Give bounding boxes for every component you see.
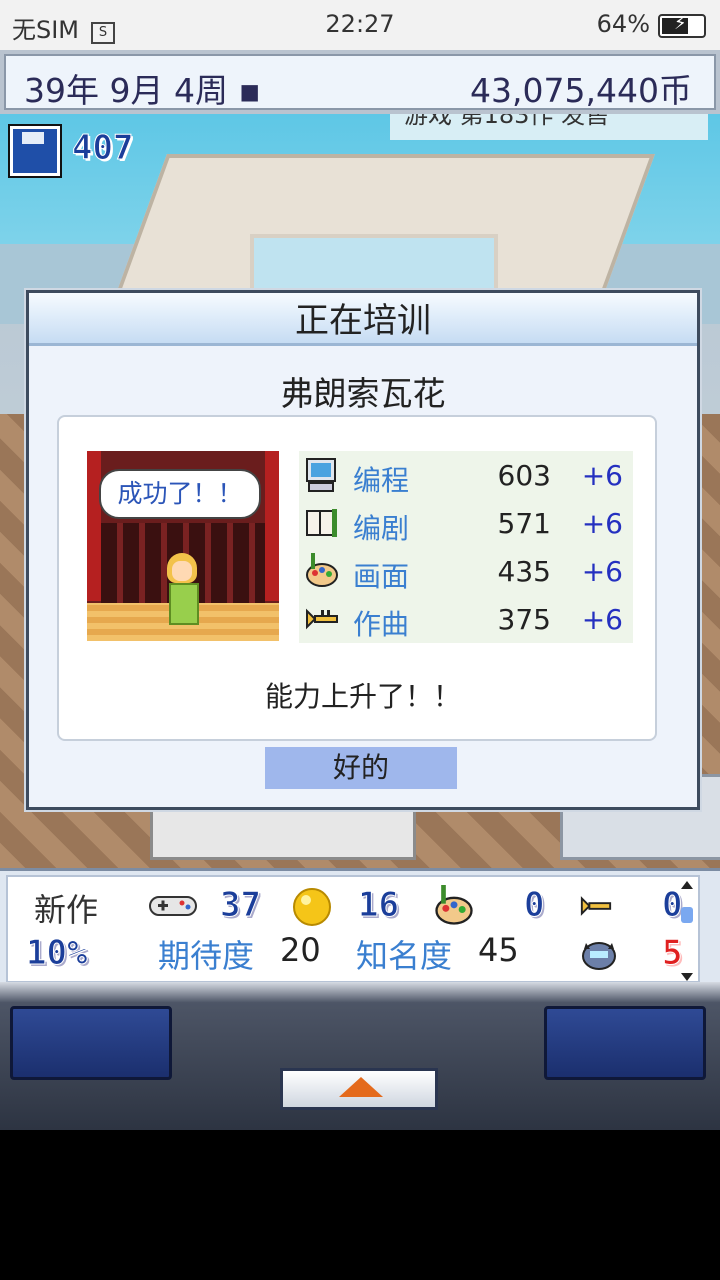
expectation-label: 期待度: [158, 937, 255, 975]
stat-row-music: 作曲 375 +6: [299, 595, 633, 643]
speech-bubble: 成功了！！: [99, 469, 261, 519]
money-display: 43,075,440币: [470, 71, 692, 110]
staff-name: 弗朗索瓦花: [280, 374, 446, 413]
trumpet-icon: [306, 608, 338, 630]
ticker-text: 游戏 第183作 发售: [404, 114, 610, 129]
graphics-value: 0: [523, 885, 545, 926]
new-work-label: 新作: [34, 891, 99, 929]
palette-icon: [435, 885, 473, 925]
stat-value: 435: [497, 555, 551, 588]
scroll-down-icon[interactable]: [681, 973, 693, 981]
curtain-right: [265, 451, 279, 601]
stat-row-graphics: 画面 435 +6: [299, 547, 633, 595]
stat-delta: +6: [581, 507, 623, 540]
expand-menu-button[interactable]: [280, 1068, 438, 1110]
expectation-value: 20: [280, 931, 321, 969]
stat-label: 作曲: [353, 608, 410, 641]
dialog-title: 正在培训: [29, 293, 697, 346]
stat-row-scenario: 编剧 571 +6: [299, 499, 633, 547]
fame-label: 知名度: [356, 937, 453, 975]
stat-value: 603: [497, 459, 551, 492]
panel-scrollbar[interactable]: [680, 881, 694, 981]
game-top-bar: 39年 9月 4周 ▪ 43,075,440币: [0, 50, 720, 114]
stat-row-programming: 编程 603 +6: [299, 451, 633, 499]
stat-label: 编剧: [353, 512, 410, 545]
battery-icon: ⚡: [658, 13, 706, 38]
game-date: 39年 9月 4周 ▪: [24, 71, 261, 110]
ok-button[interactable]: 好的: [265, 747, 457, 789]
stat-value: 571: [497, 507, 551, 540]
control-bar: [0, 982, 720, 1130]
progress-percent: 10%: [25, 933, 88, 974]
fun-value: 37: [220, 885, 262, 926]
stat-label: 画面: [353, 560, 410, 593]
staff-sprite: [165, 553, 199, 629]
right-menu-button[interactable]: [544, 1006, 706, 1080]
save-count: 407: [71, 128, 134, 169]
gamepad-icon: [149, 896, 197, 916]
stat-label: 编程: [353, 464, 410, 497]
battery-percent: 64%: [596, 10, 650, 38]
bug-monster-icon: [582, 942, 616, 970]
stat-delta: +6: [581, 603, 623, 636]
fame-value: 45: [478, 931, 519, 969]
training-dialog: 正在培训 弗朗索瓦花 成功了！！ 编程 603 +6 编剧 571 +6 画面 …: [26, 290, 700, 810]
up-arrow-icon: [339, 1077, 383, 1097]
coin-icon: [293, 888, 331, 926]
scroll-up-icon[interactable]: [681, 881, 693, 889]
stat-delta: +6: [581, 555, 623, 588]
news-ticker: 游戏 第183作 发售: [390, 114, 708, 140]
creativity-value: 16: [358, 885, 400, 926]
result-message: 能力上升了！！: [264, 680, 461, 713]
computer-icon: [306, 458, 336, 492]
left-menu-button[interactable]: [10, 1006, 172, 1080]
script-book-icon: [306, 509, 337, 537]
save-disk-icon: [10, 126, 60, 176]
paint-palette-icon: [306, 553, 338, 587]
trumpet-icon: [580, 896, 612, 916]
status-bar: 无SIM S 22:27 64% ⚡: [0, 0, 720, 50]
stat-delta: +6: [581, 459, 623, 492]
curtain-left: [87, 451, 101, 601]
staff-portrait: 成功了！！: [87, 451, 279, 641]
scroll-thumb[interactable]: [681, 907, 693, 923]
stats-table: 编程 603 +6 编剧 571 +6 画面 435 +6 作曲 375 +6: [299, 451, 633, 643]
stat-value: 375: [497, 603, 551, 636]
project-info-panel: 新作 10% 37 16 0 0 期待度 20 知名度 45 5: [0, 868, 720, 985]
